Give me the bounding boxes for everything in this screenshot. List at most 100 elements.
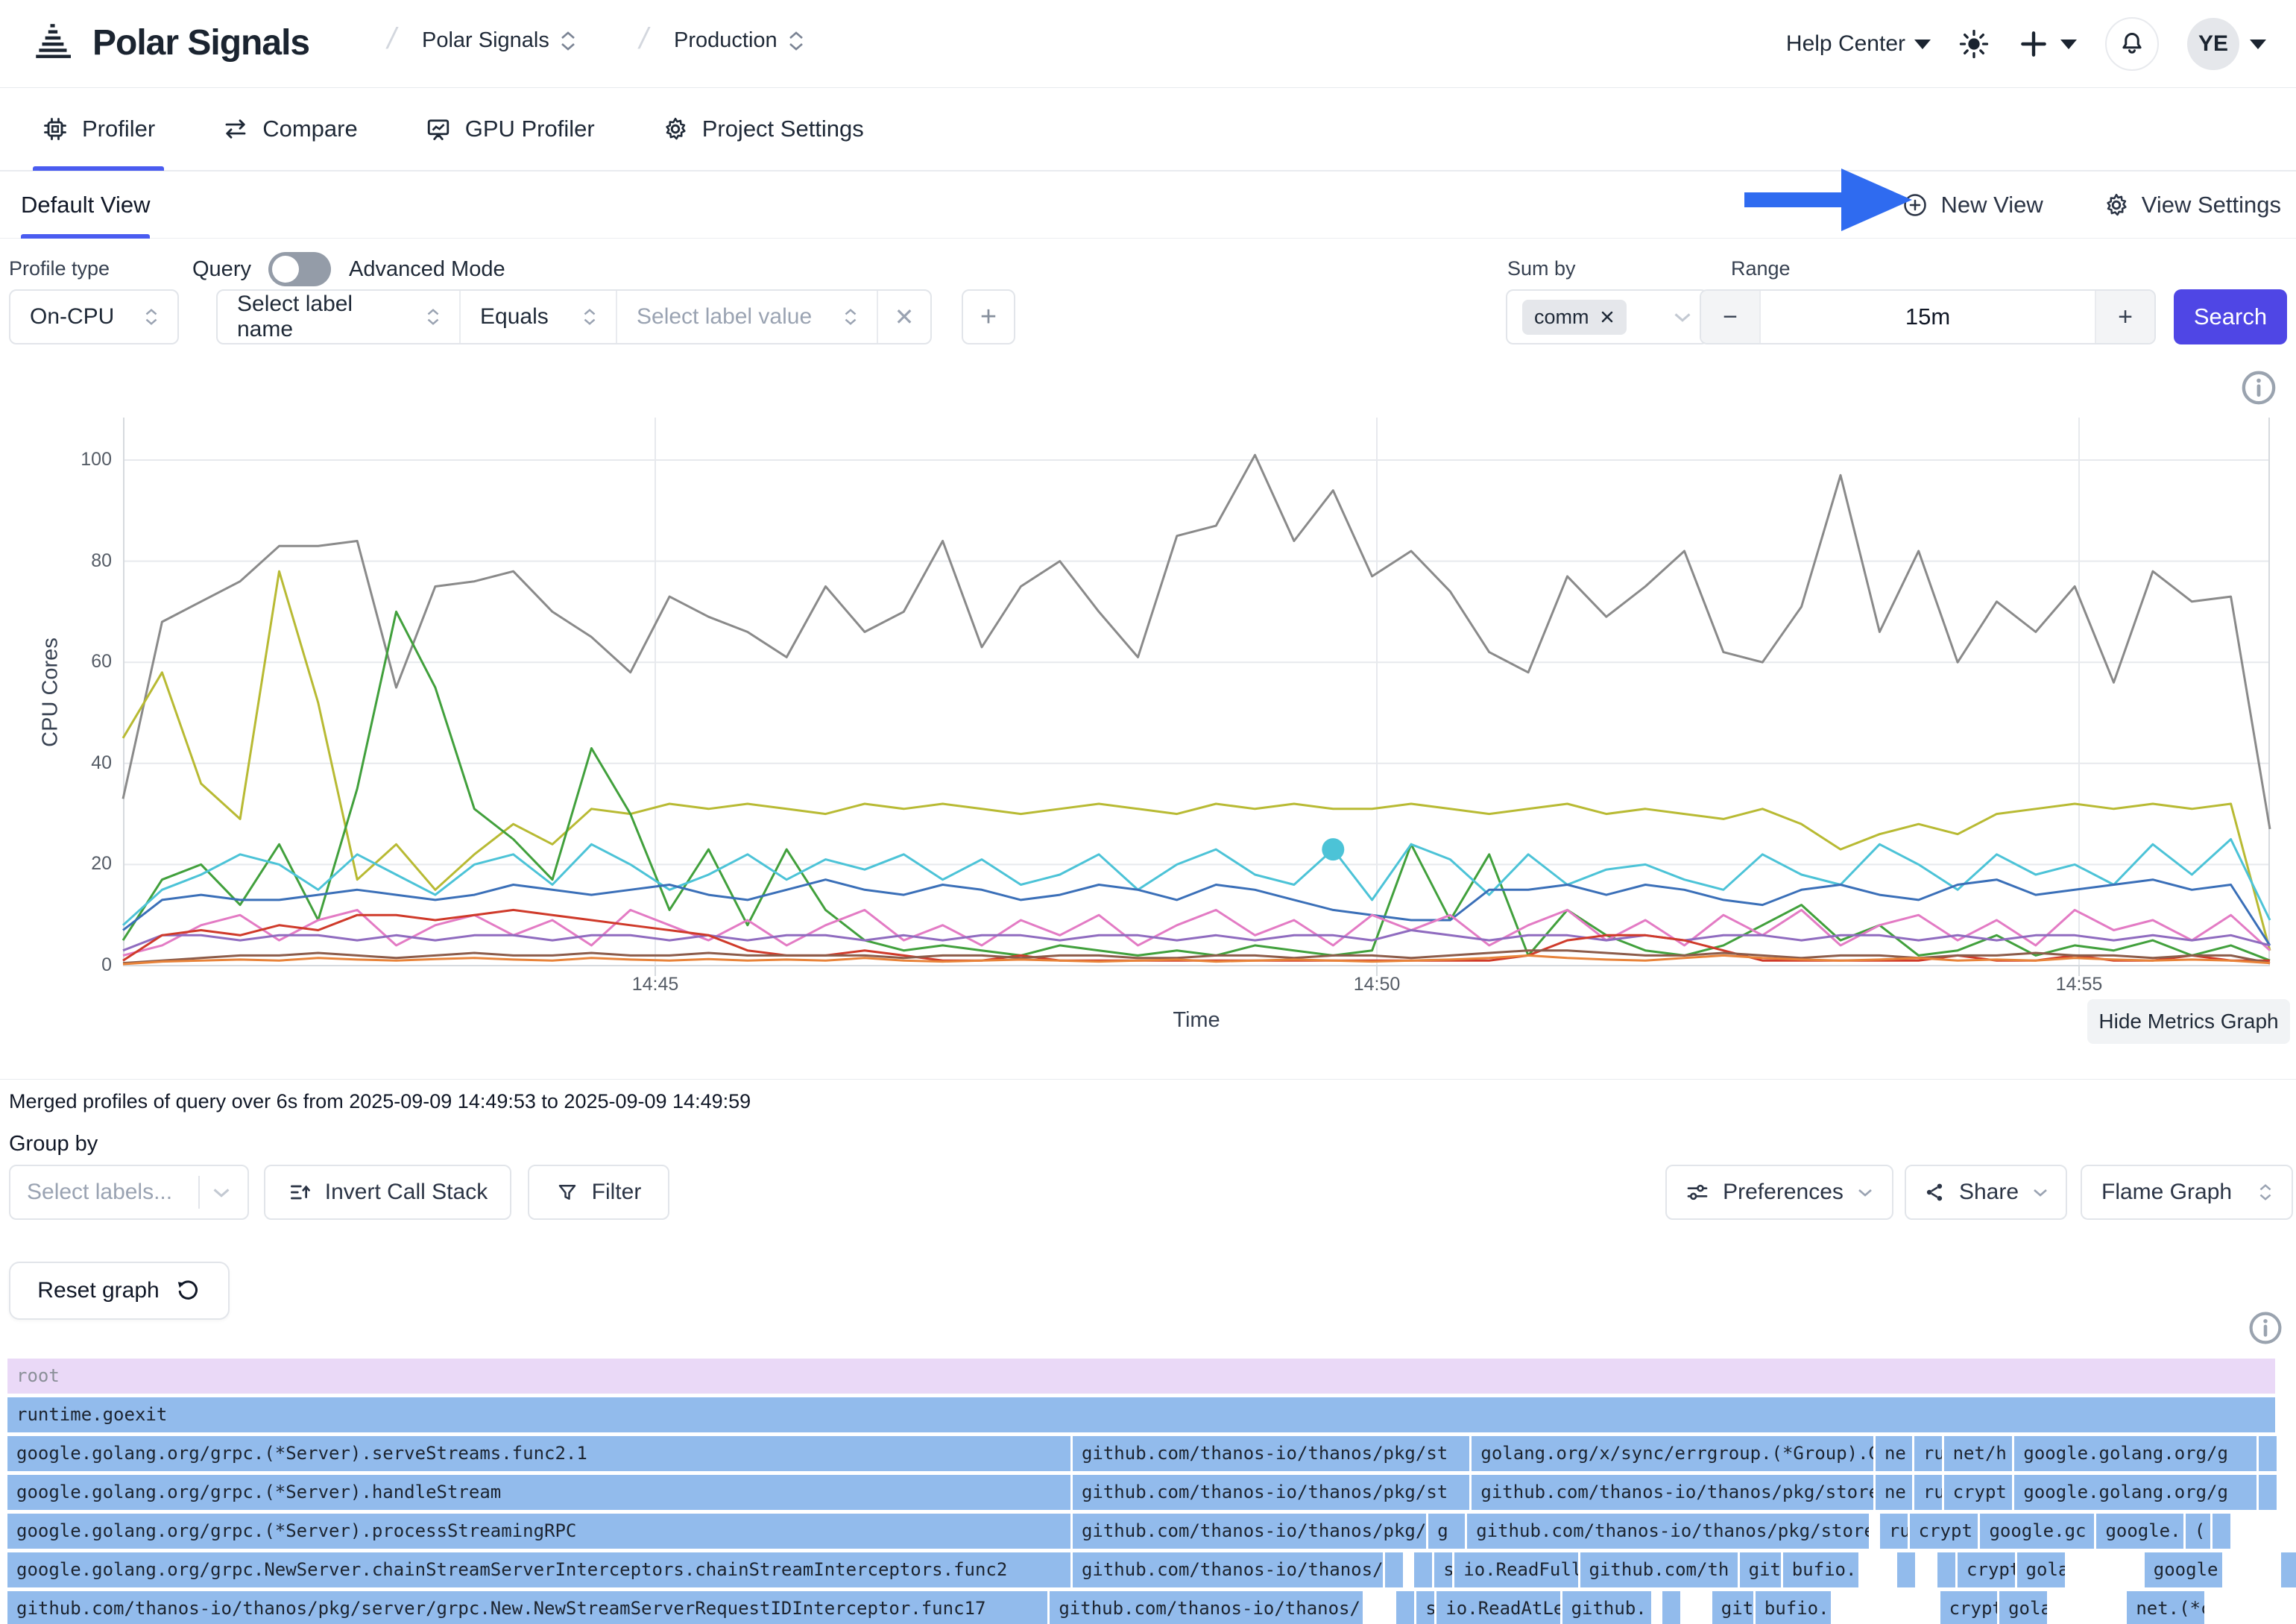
logo[interactable]: Polar Signals [30, 18, 309, 67]
flame-cell[interactable]: gola [2017, 1552, 2065, 1587]
flame-cell[interactable] [1385, 1552, 1403, 1587]
sum-by-chip[interactable]: comm [1522, 300, 1627, 335]
flame-cell[interactable]: s [1416, 1591, 1434, 1624]
view-settings-button[interactable]: View Settings [2103, 192, 2281, 218]
hide-metrics-graph-button[interactable]: Hide Metrics Graph [2087, 999, 2290, 1044]
flame-cell[interactable]: net.(*c [2127, 1591, 2204, 1624]
flame-cell[interactable]: g [1428, 1514, 1465, 1549]
group-by-select[interactable]: Select labels... [9, 1165, 249, 1220]
flame-cell[interactable]: bufio. [1756, 1591, 1831, 1624]
flame-cell[interactable]: ru [1914, 1436, 1942, 1471]
flame-cell[interactable]: ru [1914, 1475, 1942, 1510]
flame-cell[interactable] [2259, 1475, 2277, 1510]
flame-cell[interactable]: io.ReadFull [1454, 1552, 1577, 1587]
range-value-input[interactable]: 15m [1759, 291, 2096, 343]
flame-cell[interactable]: ( [2186, 1514, 2211, 1549]
flame-cell[interactable]: github.com/thanos-io/thanos/pkg/store [1467, 1514, 1869, 1549]
tab-compare[interactable]: Compare [222, 87, 358, 171]
tab-profiler[interactable]: Profiler [42, 87, 155, 171]
flame-cell[interactable] [2259, 1436, 2277, 1471]
flame-cell[interactable]: github. [1562, 1591, 1651, 1624]
close-icon[interactable] [1600, 309, 1615, 324]
notifications-button[interactable] [2105, 17, 2159, 71]
flame-cell[interactable]: root [7, 1359, 2275, 1394]
invert-call-stack-button[interactable]: Invert Call Stack [264, 1165, 511, 1220]
flame-cell[interactable]: crypt [1958, 1552, 2015, 1587]
flame-cell[interactable]: s [1434, 1552, 1452, 1587]
flame-cell[interactable]: crypt [1940, 1591, 1998, 1624]
flame-cell[interactable]: io.ReadAtLe [1436, 1591, 1559, 1624]
flame-cell[interactable]: runtime.goexit [7, 1397, 2275, 1432]
flame-cell[interactable]: github.com/thanos-io/thanos/pkg/st [1073, 1475, 1469, 1510]
flame-cell[interactable]: git [1740, 1552, 1781, 1587]
user-menu-button[interactable]: YE [2187, 18, 2266, 70]
reset-graph-button[interactable]: Reset graph [9, 1262, 230, 1320]
flame-cell[interactable]: golang.org/x/sync/errgroup.(*Group).G [1472, 1436, 1873, 1471]
flame-cell[interactable] [2213, 1514, 2230, 1549]
flame-spacer [1917, 1552, 1935, 1587]
new-view-button[interactable]: New View [1902, 192, 2043, 218]
profile-type-select[interactable]: On-CPU [9, 289, 179, 344]
flame-cell[interactable]: google.golang.org/grpc.(*Server).handleS… [7, 1475, 1070, 1510]
remove-matcher-button[interactable]: ✕ [878, 291, 930, 343]
flame-cell[interactable]: crypt [1944, 1475, 2013, 1510]
flame-cell[interactable] [2281, 1552, 2296, 1587]
tab-gpu-profiler[interactable]: GPU Profiler [425, 87, 595, 171]
add-matcher-button[interactable]: + [962, 289, 1015, 344]
flame-cell[interactable]: github.com/thanos-io/thanos/pkg/store [1472, 1475, 1873, 1510]
flame-cell[interactable]: ne [1876, 1475, 1912, 1510]
search-button[interactable]: Search [2174, 289, 2287, 344]
breadcrumb-separator: / [636, 22, 652, 56]
flame-cell[interactable]: crypt [1910, 1514, 1978, 1549]
flame-cell[interactable]: google. [2096, 1514, 2183, 1549]
flame-cell[interactable]: github.com/thanos-io/thanos/p [1073, 1552, 1383, 1587]
flame-cell[interactable]: google.golang.org/grpc.(*Server).process… [7, 1514, 1070, 1549]
info-icon[interactable] [2239, 368, 2278, 407]
chevron-updown-icon [844, 309, 857, 325]
flame-cell[interactable]: github.com/thanos-io/thanos/ [1050, 1591, 1362, 1624]
add-menu-button[interactable] [2017, 28, 2077, 60]
flame-cell[interactable]: bufio. [1783, 1552, 1858, 1587]
range-increase-button[interactable]: + [2096, 291, 2154, 343]
flame-cell[interactable]: github.com/thanos-io/thanos/pkg/st [1073, 1436, 1469, 1471]
flame-cell[interactable]: google.golang.org/grpc.NewServer.chainSt… [7, 1552, 1070, 1587]
flame-cell[interactable]: github.com/thanos-io/thanos/pkg/ [1073, 1514, 1426, 1549]
flame-cell[interactable]: google.gc [1980, 1514, 2094, 1549]
flame-cell[interactable]: google.golang.org/g [2014, 1436, 2256, 1471]
flame-cell[interactable] [1414, 1552, 1432, 1587]
flame-cell[interactable] [1396, 1591, 1414, 1624]
range-decrease-button[interactable]: − [1701, 291, 1759, 343]
label-name-select[interactable]: Select label name [218, 291, 461, 343]
theme-toggle-button[interactable] [1959, 29, 1989, 59]
flame-cell[interactable]: gola [1999, 1591, 2047, 1624]
advanced-mode-toggle[interactable] [268, 252, 331, 286]
flame-cell[interactable]: google. [2145, 1552, 2222, 1587]
flame-graph[interactable]: rootruntime.goexit google.golang.org/grpc… [7, 1359, 2289, 1624]
operator-select[interactable]: Equals [461, 291, 617, 343]
sliders-icon [1685, 1180, 1709, 1204]
breadcrumb-project[interactable]: Production [674, 28, 804, 53]
info-icon[interactable] [2247, 1309, 2284, 1347]
flame-cell[interactable]: google.golang.org/g [2014, 1475, 2256, 1510]
metrics-line-chart[interactable] [123, 418, 2270, 977]
tab-default-view[interactable]: Default View [21, 171, 150, 239]
sum-by-select[interactable]: comm [1506, 289, 1709, 344]
visualization-select[interactable]: Flame Graph [2081, 1165, 2293, 1220]
label-value-select[interactable]: Select label value [617, 291, 878, 343]
flame-cell[interactable]: github.com/th [1580, 1552, 1738, 1587]
flame-cell[interactable] [1897, 1552, 1915, 1587]
preferences-button[interactable]: Preferences [1665, 1165, 1893, 1220]
flame-cell[interactable]: ru [1880, 1514, 1908, 1549]
filter-button[interactable]: Filter [528, 1165, 669, 1220]
flame-cell[interactable]: git [1712, 1591, 1753, 1624]
help-center-menu[interactable]: Help Center [1786, 31, 1931, 57]
flame-cell[interactable] [1937, 1552, 1955, 1587]
flame-cell[interactable]: net/h [1944, 1436, 2013, 1471]
flame-cell[interactable]: google.golang.org/grpc.(*Server).serveSt… [7, 1436, 1070, 1471]
flame-cell[interactable] [1662, 1591, 1680, 1624]
breadcrumb-org[interactable]: Polar Signals [422, 28, 576, 53]
share-button[interactable]: Share [1905, 1165, 2067, 1220]
flame-cell[interactable]: ne [1876, 1436, 1912, 1471]
flame-cell[interactable]: github.com/thanos-io/thanos/pkg/server/g… [7, 1591, 1047, 1624]
tab-project-settings[interactable]: Project Settings [662, 87, 864, 171]
